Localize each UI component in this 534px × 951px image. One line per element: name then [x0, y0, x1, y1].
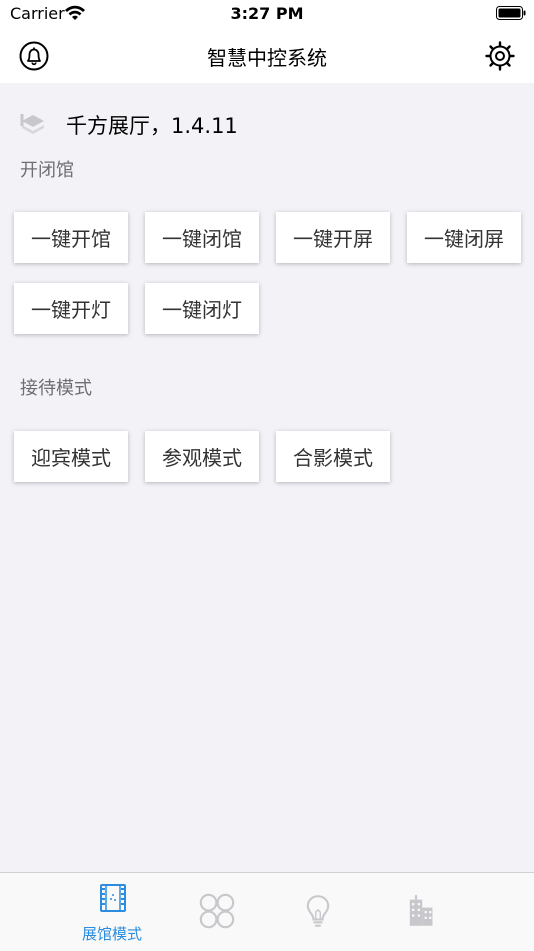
open-hall-button[interactable]: 一键开馆	[14, 212, 128, 263]
photo-mode-button[interactable]: 合影模式	[276, 431, 390, 482]
close-hall-button[interactable]: 一键闭馆	[145, 212, 259, 263]
lights-off-button[interactable]: 一键闭灯	[145, 283, 259, 334]
visit-mode-button[interactable]: 参观模式	[145, 431, 259, 482]
status-bar: Carrier 3:27 PM	[0, 0, 534, 28]
tab-building[interactable]	[370, 873, 470, 951]
tab-bar: 展馆模式	[0, 872, 534, 951]
section-title-open-close: 开闭馆	[20, 160, 74, 181]
tab-devices[interactable]	[166, 873, 266, 951]
screens-on-button[interactable]: 一键开屏	[276, 212, 390, 263]
hall-name: 千方展厅，1.4.11	[66, 114, 238, 138]
status-time: 3:27 PM	[230, 4, 304, 23]
tab-hall-mode[interactable]: 展馆模式	[62, 873, 162, 951]
grid-icon	[199, 893, 235, 929]
tab-lighting[interactable]	[268, 873, 368, 951]
navigation-bar: 智慧中控系统	[0, 28, 534, 83]
film-icon	[100, 884, 126, 912]
battery-icon	[496, 6, 526, 20]
layers-icon	[20, 114, 44, 134]
page-title: 智慧中控系统	[207, 46, 327, 70]
gear-icon	[485, 41, 515, 71]
welcome-mode-button[interactable]: 迎宾模式	[14, 431, 128, 482]
lights-on-button[interactable]: 一键开灯	[14, 283, 128, 334]
building-icon	[409, 895, 433, 926]
section-title-reception: 接待模式	[20, 378, 92, 399]
settings-button[interactable]	[482, 38, 518, 74]
tab-hall-mode-label: 展馆模式	[81, 925, 142, 943]
screens-off-button[interactable]: 一键闭屏	[407, 212, 521, 263]
lightbulb-icon	[306, 895, 330, 927]
